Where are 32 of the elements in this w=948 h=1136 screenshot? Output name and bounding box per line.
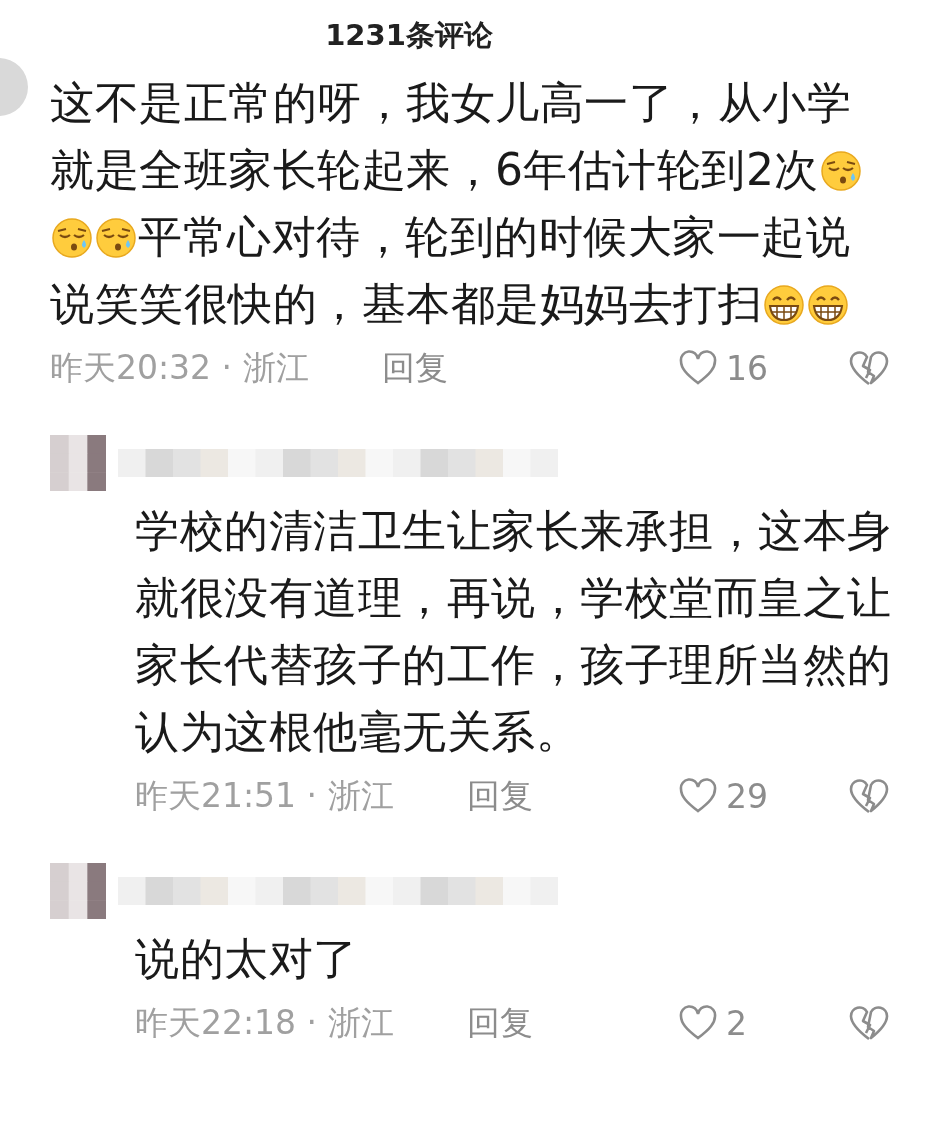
comment-text: 平常心对待，轮到的时候大家一起说 [138, 210, 850, 264]
like-heart-icon[interactable] [678, 778, 718, 814]
sleepy-emoji-icon [94, 215, 138, 260]
comment-timestamp: 昨天21:51 · 浙江 [135, 774, 395, 817]
comment-text: 就很没有道理，再说，学校堂而皇之让 [135, 571, 892, 625]
grinning-emoji-icon [762, 282, 806, 327]
blurred-avatar [50, 863, 106, 919]
comment-text: 认为这根他毫无关系。 [135, 705, 580, 759]
comment-count-title: 1231条评论 [324, 17, 494, 54]
like-count: 16 [726, 348, 768, 388]
comment-timestamp: 昨天20:32 · 浙江 [50, 346, 310, 389]
reply-link[interactable]: 回复 [467, 1000, 533, 1046]
like-heart-icon[interactable] [678, 1005, 718, 1041]
sleepy-emoji-icon [819, 148, 863, 193]
comment-text: 说的太对了 [135, 932, 358, 986]
comment-text: 就是全班家长轮起来，6年估计轮到2次 [50, 143, 819, 197]
comment-text: 学校的清洁卫生让家长来承担，这本身 [135, 504, 892, 558]
reply-link[interactable]: 回复 [382, 345, 448, 391]
broken-heart-icon[interactable] [848, 777, 890, 815]
broken-heart-icon[interactable] [848, 1004, 890, 1042]
like-heart-icon[interactable] [678, 350, 718, 386]
grinning-emoji-icon [806, 282, 850, 327]
like-count: 29 [726, 776, 768, 816]
comment-text: 家长代替孩子的工作，孩子理所当然的 [135, 638, 892, 692]
comment-timestamp: 昨天22:18 · 浙江 [135, 1001, 395, 1044]
broken-heart-icon[interactable] [848, 349, 890, 387]
comment-text: 说笑笑很快的，基本都是妈妈去打扫 [50, 277, 762, 331]
like-count: 2 [726, 1003, 747, 1043]
comment-text: 这不是正常的呀，我女儿高一了，从小学 [50, 76, 851, 130]
sleepy-emoji-icon [50, 215, 94, 260]
reply-link[interactable]: 回复 [467, 773, 533, 819]
blurred-avatar [50, 435, 106, 491]
